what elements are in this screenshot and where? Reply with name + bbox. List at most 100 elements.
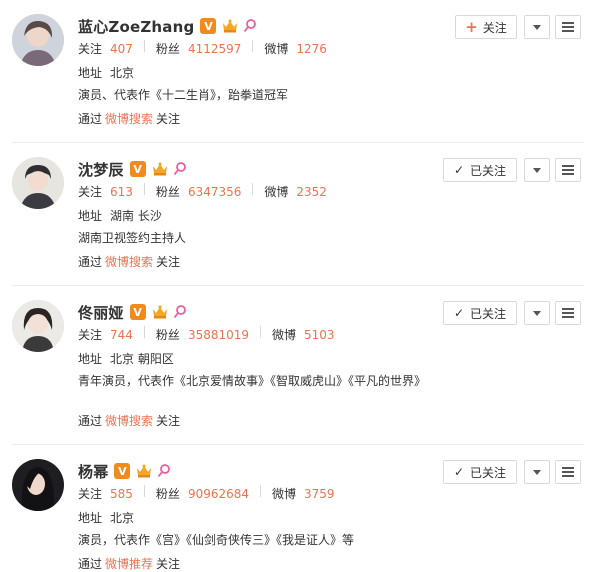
name-row: 沈梦辰 V — [78, 159, 187, 179]
female-icon — [158, 464, 171, 478]
follow-label: 关注 — [78, 42, 103, 56]
user-name[interactable]: 沈梦辰 — [78, 159, 124, 180]
via-prefix: 通过 — [78, 414, 103, 428]
member-crown-icon[interactable] — [151, 304, 169, 320]
dropdown-button[interactable] — [524, 301, 550, 325]
user-bio: 青年演员，代表作《北京爱情故事》《智取威虎山》《平凡的世界》 — [78, 374, 427, 388]
user-bio: 湖南卫视签约主持人 — [78, 231, 187, 245]
dropdown-button[interactable] — [524, 158, 550, 182]
address-label: 地址 — [78, 511, 103, 525]
following-button[interactable]: ✓ 已关注 — [443, 301, 517, 325]
follow-count[interactable]: 613 — [110, 185, 133, 199]
following-button[interactable]: ✓ 已关注 — [443, 460, 517, 484]
member-crown-icon[interactable] — [151, 161, 169, 177]
stat-divider — [143, 183, 145, 195]
follow-button[interactable]: + 关注 — [455, 15, 517, 39]
female-icon — [173, 162, 186, 176]
stats-row: 关注 407 粉丝 4112597 微博 1276 — [78, 40, 327, 57]
verified-icon[interactable]: V — [114, 463, 131, 479]
user-name[interactable]: 杨幂 — [78, 461, 108, 482]
user-card: 沈梦辰 V 关注 613 粉丝 6347356 微博 2352 地址 湖南 长沙 … — [0, 143, 596, 285]
weibo-count[interactable]: 2352 — [296, 185, 327, 199]
via-prefix: 通过 — [78, 557, 103, 571]
follow-stat[interactable]: 关注 744 — [78, 326, 133, 343]
member-crown-icon[interactable] — [221, 18, 239, 34]
avatar[interactable] — [12, 14, 64, 66]
plus-icon: + — [465, 18, 478, 36]
female-icon — [244, 19, 257, 33]
fans-count[interactable]: 35881019 — [188, 328, 249, 342]
weibo-stat[interactable]: 微博 3759 — [272, 485, 335, 502]
following-button-label: 已关注 — [470, 306, 507, 321]
via-prefix: 通过 — [78, 112, 103, 126]
address-label: 地址 — [78, 209, 103, 223]
follow-stat[interactable]: 关注 585 — [78, 485, 133, 502]
weibo-stat[interactable]: 微博 2352 — [264, 183, 327, 200]
chevron-down-icon — [533, 167, 541, 173]
verified-icon[interactable]: V — [129, 304, 146, 320]
weibo-count[interactable]: 1276 — [296, 42, 327, 56]
via-source-link[interactable]: 微博搜索 — [105, 112, 153, 126]
via-line: 通过 微博搜索 关注 — [78, 253, 180, 270]
fans-stat[interactable]: 粉丝 6347356 — [156, 183, 241, 200]
check-icon: ✓ — [453, 306, 465, 320]
stat-divider — [143, 40, 145, 52]
follow-count[interactable]: 744 — [110, 328, 133, 342]
weibo-count[interactable]: 3759 — [304, 487, 335, 501]
weibo-count[interactable]: 5103 — [304, 328, 335, 342]
follow-stat[interactable]: 关注 407 — [78, 40, 133, 57]
more-menu-button[interactable] — [555, 15, 581, 39]
more-menu-button[interactable] — [555, 158, 581, 182]
following-button-label: 已关注 — [470, 163, 507, 178]
via-source-link[interactable]: 微博搜索 — [105, 255, 153, 269]
fans-label: 粉丝 — [155, 328, 180, 342]
stats-row: 关注 585 粉丝 90962684 微博 3759 — [78, 485, 335, 502]
via-line: 通过 微博搜索 关注 — [78, 412, 180, 429]
via-suffix: 关注 — [156, 112, 181, 126]
follow-label: 关注 — [78, 487, 103, 501]
follow-count[interactable]: 585 — [110, 487, 133, 501]
fans-count[interactable]: 6347356 — [188, 185, 241, 199]
address-value: 北京 — [110, 511, 135, 525]
user-name[interactable]: 佟丽娅 — [78, 302, 124, 323]
member-crown-icon[interactable] — [135, 463, 153, 479]
follow-count[interactable]: 407 — [110, 42, 133, 56]
fans-count[interactable]: 90962684 — [188, 487, 249, 501]
menu-icon — [562, 165, 574, 175]
verified-icon[interactable]: V — [129, 161, 146, 177]
via-line: 通过 微博搜索 关注 — [78, 110, 180, 127]
fans-label: 粉丝 — [155, 185, 180, 199]
weibo-label: 微博 — [264, 185, 289, 199]
following-button[interactable]: ✓ 已关注 — [443, 158, 517, 182]
stat-divider — [252, 183, 254, 195]
user-name[interactable]: 蓝心ZoeZhang — [78, 16, 194, 37]
via-source-link[interactable]: 微博推荐 — [105, 557, 153, 571]
fans-label: 粉丝 — [155, 42, 180, 56]
fans-stat[interactable]: 粉丝 90962684 — [156, 485, 249, 502]
stat-divider — [260, 485, 262, 497]
follow-stat[interactable]: 关注 613 — [78, 183, 133, 200]
fans-stat[interactable]: 粉丝 4112597 — [156, 40, 241, 57]
stat-divider — [252, 40, 254, 52]
female-icon — [173, 305, 186, 319]
dropdown-button[interactable] — [524, 460, 550, 484]
stat-divider — [260, 326, 262, 338]
follow-button-label: 关注 — [482, 20, 507, 35]
more-menu-button[interactable] — [555, 301, 581, 325]
dropdown-button[interactable] — [524, 15, 550, 39]
via-source-link[interactable]: 微博搜索 — [105, 414, 153, 428]
more-menu-button[interactable] — [555, 460, 581, 484]
address-value: 北京 朝阳区 — [110, 352, 174, 366]
check-icon: ✓ — [453, 465, 465, 479]
avatar[interactable] — [12, 459, 64, 511]
fans-stat[interactable]: 粉丝 35881019 — [156, 326, 249, 343]
weibo-label: 微博 — [272, 328, 297, 342]
fans-count[interactable]: 4112597 — [188, 42, 241, 56]
verified-icon[interactable]: V — [200, 18, 217, 34]
follow-label: 关注 — [78, 328, 103, 342]
weibo-stat[interactable]: 微博 5103 — [272, 326, 335, 343]
avatar[interactable] — [12, 157, 64, 209]
weibo-stat[interactable]: 微博 1276 — [264, 40, 327, 57]
avatar[interactable] — [12, 300, 64, 352]
name-row: 杨幂 V — [78, 461, 171, 481]
